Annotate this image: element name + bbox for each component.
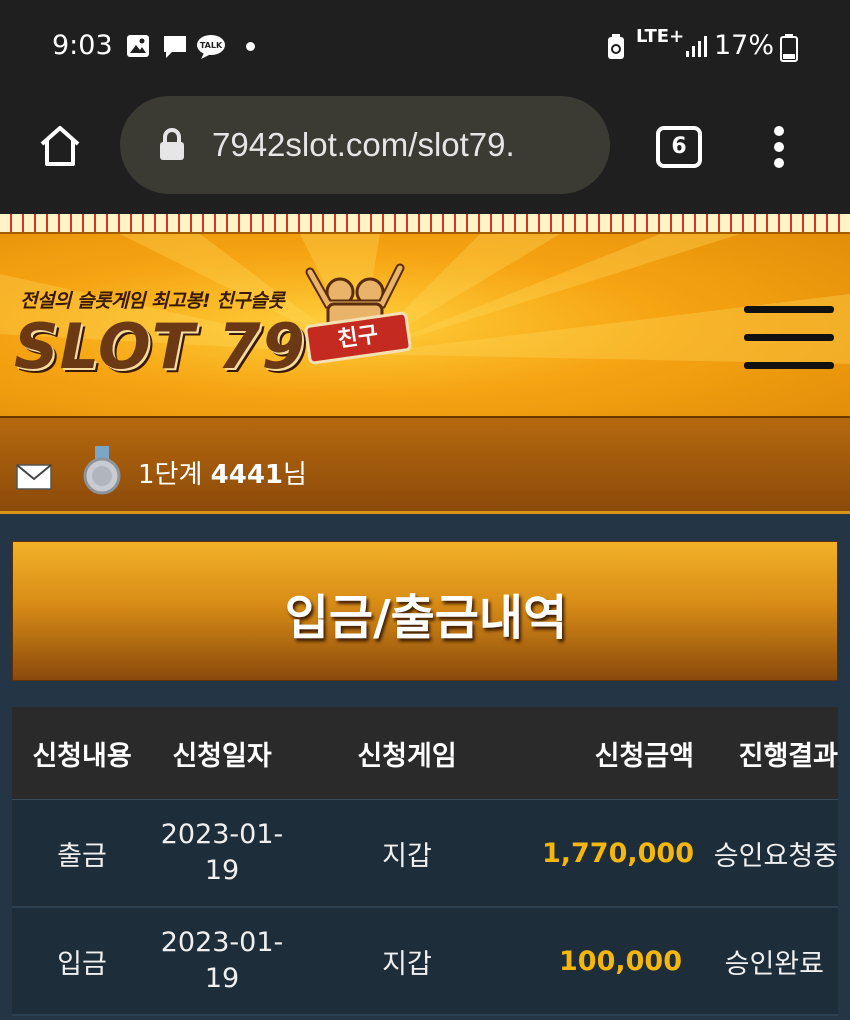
header-result: 진행결과 (738, 740, 838, 772)
signal-icon (686, 36, 707, 57)
logo-tagline: 전설의 슬롯게임 최고봉! 친구슬롯 (20, 290, 285, 312)
kakaotalk-icon: TALK (197, 35, 225, 59)
user-bar: 1단계 4441님 (0, 416, 850, 514)
tabs-button[interactable]: 6 (656, 126, 702, 168)
cell-game: 지갑 (382, 840, 432, 872)
url-text: 7942slot.com/slot79. (212, 126, 515, 163)
browser-toolbar: 7942slot.com/slot79. 6 (0, 92, 850, 214)
message-icon (164, 36, 186, 58)
cell-date-line1: 2023-01- (160, 819, 284, 850)
marquee-lights (0, 214, 850, 234)
user-level: 1단계 (138, 460, 203, 490)
header-date: 신청일자 (172, 740, 272, 772)
cell-date-line2: 19 (204, 855, 240, 886)
battery-saver-icon (608, 34, 624, 59)
cell-result: 승인완료 (724, 948, 824, 980)
cell-type: 입금 (57, 948, 107, 980)
logo-text[interactable]: SLOT 79 (14, 310, 306, 383)
cell-date-line1: 2023-01- (160, 927, 284, 958)
hamburger-menu-icon[interactable] (744, 306, 834, 370)
history-table: 신청내용 신청일자 신청게임 신청금액 진행결과 출금 2023-01- 19 … (12, 707, 838, 1016)
battery-icon (780, 34, 798, 62)
lock-icon (160, 128, 184, 160)
medal-icon (83, 446, 121, 495)
cell-result: 승인요청중 (713, 840, 838, 872)
notification-dot (246, 42, 255, 51)
svg-text:TALK: TALK (200, 41, 223, 50)
title-banner: 입금/출금내역 (12, 541, 838, 681)
header-game: 신청게임 (357, 740, 457, 772)
more-vert-icon[interactable] (772, 126, 786, 172)
cell-date: 2023-01- 19 (152, 817, 292, 889)
page-title: 입금/출금내역 (284, 590, 568, 646)
table-row: 출금 2023-01- 19 지갑 1,770,000 승인요청중 (12, 800, 838, 908)
network-type: LTE+ (636, 26, 685, 47)
user-suffix: 님 (283, 460, 307, 490)
header-amount: 신청금액 (594, 740, 694, 772)
user-name: 4441 (210, 460, 284, 490)
user-greeting: 1단계 4441님 (138, 454, 307, 491)
table-header: 신청내용 신청일자 신청게임 신청금액 진행결과 (12, 707, 838, 800)
header-type: 신청내용 (32, 740, 132, 772)
table-row: 입금 2023-01- 19 지갑 100,000 승인완료 (12, 908, 838, 1016)
status-bar: 9:03 TALK LTE+ 17% (0, 0, 850, 92)
cell-date: 2023-01- 19 (152, 925, 292, 997)
battery-percent: 17% (713, 30, 774, 61)
home-icon[interactable] (36, 122, 84, 170)
gallery-icon (127, 35, 149, 57)
main-content: 입금/출금내역 신청내용 신청일자 신청게임 신청금액 진행결과 출금 2023… (0, 514, 850, 1020)
address-bar[interactable]: 7942slot.com/slot79. (120, 96, 610, 194)
cell-amount: 1,770,000 (541, 837, 694, 869)
cell-game: 지갑 (382, 948, 432, 980)
cell-amount: 100,000 (559, 945, 682, 977)
cell-type: 출금 (57, 840, 107, 872)
site-header: 전설의 슬롯게임 최고봉! 친구슬롯 SLOT 79 친구 (0, 214, 850, 416)
mail-icon[interactable] (16, 464, 52, 490)
status-time: 9:03 (52, 30, 113, 61)
cell-date-line2: 19 (204, 963, 240, 994)
